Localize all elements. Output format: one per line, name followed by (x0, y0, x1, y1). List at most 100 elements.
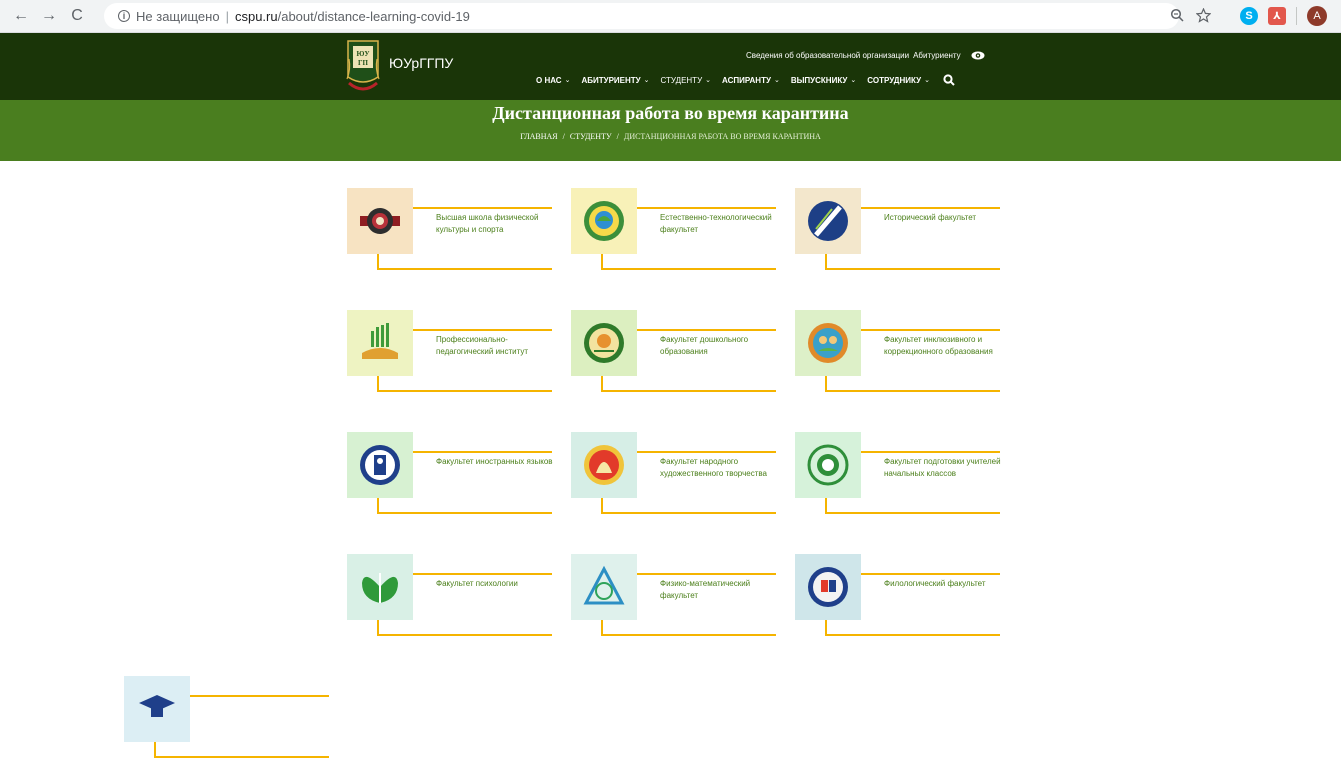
faculty-link[interactable]: Профессионально-педагогический институт (436, 334, 554, 358)
toolbar-divider (1296, 7, 1297, 25)
svg-text:ГП: ГП (358, 59, 368, 67)
faculty-card[interactable]: Факультет подготовки учителей начальных … (795, 432, 1010, 514)
philology-emblem-icon (808, 567, 848, 607)
visually-impaired-eye-icon[interactable] (971, 51, 985, 60)
faculty-card[interactable] (124, 676, 339, 758)
browser-toolbar: ← → C i Не защищено | cspu.ru/about/dist… (0, 0, 1341, 33)
top-link-organization-info[interactable]: Сведения об образовательной организации (746, 51, 909, 60)
nav-item-label: АСПИРАНТУ (722, 75, 771, 85)
card-accent-line (377, 390, 552, 392)
profile-avatar[interactable]: A (1307, 6, 1327, 26)
faculty-thumbnail[interactable] (347, 188, 413, 254)
nav-item-students[interactable]: СТУДЕНТУ ⌄ (661, 76, 712, 85)
card-accent-line (825, 390, 1000, 392)
faculty-thumbnail[interactable] (347, 310, 413, 376)
faculty-link[interactable]: Факультет подготовки учителей начальных … (884, 456, 1002, 480)
faculty-card[interactable]: Факультет психологии (347, 554, 562, 636)
nav-item-label: СОТРУДНИКУ (867, 75, 922, 85)
card-accent-line (413, 573, 552, 575)
faculty-thumbnail[interactable] (571, 554, 637, 620)
inclusive-emblem-icon (808, 323, 848, 363)
faculty-thumbnail[interactable] (795, 310, 861, 376)
info-icon[interactable]: i (118, 10, 130, 22)
faculty-card[interactable]: Филологический факультет (795, 554, 1010, 636)
nav-item-label: АБИТУРИЕНТУ (581, 75, 641, 85)
skype-extension-icon[interactable]: S (1240, 7, 1258, 25)
physics-math-emblem-icon (583, 565, 625, 605)
faculty-thumbnail[interactable] (571, 310, 637, 376)
faculty-thumbnail[interactable] (347, 554, 413, 620)
nav-item-postgraduates[interactable]: АСПИРАНТУ ⌄ (722, 76, 780, 85)
faculty-card[interactable]: Факультет иностранных языков (347, 432, 562, 514)
history-emblem-icon (808, 201, 848, 241)
psychology-emblem-icon (362, 573, 398, 603)
back-arrow-icon[interactable]: ← (8, 3, 34, 29)
faculty-card[interactable]: Факультет инклюзивного и коррекционного … (795, 310, 1010, 392)
url-host: cspu.ru (234, 8, 278, 24)
faculty-thumbnail[interactable] (795, 432, 861, 498)
nav-item-label: СТУДЕНТУ (660, 75, 703, 85)
faculty-link[interactable]: Факультет дошкольного образования (660, 334, 778, 358)
faculty-card[interactable]: Исторический факультет (795, 188, 1010, 270)
address-bar[interactable]: i Не защищено | cspu.ru/about/distance-l… (104, 3, 1179, 29)
breadcrumb: ГЛАВНАЯ / СТУДЕНТУ / ДИСТАНЦИОННАЯ РАБОТА ВО… (0, 132, 1341, 141)
faculty-thumbnail[interactable] (795, 188, 861, 254)
card-accent-line (601, 268, 776, 270)
breadcrumb-separator: / (562, 132, 565, 141)
nav-item-graduates[interactable]: ВЫПУСКНИКУ ⌄ (791, 76, 856, 85)
faculty-link[interactable]: Факультет психологии (436, 578, 554, 590)
search-icon[interactable] (943, 74, 955, 86)
faculty-link[interactable]: Исторический факультет (884, 212, 1002, 224)
nature-emblem-icon (584, 201, 624, 241)
site-header: ЮУ ГП ЮУрГГПУ Сведения об образовательно… (0, 33, 1341, 100)
breadcrumb-students[interactable]: СТУДЕНТУ (570, 132, 612, 141)
faculty-card[interactable]: Физико-математический факультет (571, 554, 786, 636)
faculty-link[interactable]: Филологический факультет (884, 578, 1002, 590)
faculty-thumbnail[interactable] (571, 188, 637, 254)
faculty-card[interactable]: Профессионально-педагогический институт (347, 310, 562, 392)
faculty-card[interactable]: Факультет дошкольного образования (571, 310, 786, 392)
page-title: Дистанционная работа во время карантина (492, 103, 849, 123)
faculty-thumbnail[interactable] (124, 676, 190, 742)
site-name[interactable]: ЮУрГГПУ (389, 55, 453, 71)
nav-item-label: О НАС (536, 75, 562, 85)
chevron-down-icon: ⌄ (773, 77, 780, 84)
university-logo-icon[interactable]: ЮУ ГП (345, 39, 381, 95)
faculty-link[interactable]: Высшая школа физической культуры и спорт… (436, 212, 554, 236)
zoom-icon[interactable] (1170, 8, 1184, 22)
faculty-link[interactable]: Физико-математический факультет (660, 578, 778, 602)
card-accent-line (190, 695, 329, 697)
breadcrumb-home[interactable]: ГЛАВНАЯ (520, 132, 557, 141)
forward-arrow-icon[interactable]: → (36, 3, 62, 29)
breadcrumb-separator: / (616, 132, 619, 141)
pdf-extension-icon[interactable]: ⅄ (1268, 7, 1286, 25)
svg-text:ЮУ: ЮУ (356, 50, 369, 58)
faculty-thumbnail[interactable] (795, 554, 861, 620)
card-accent-line (637, 329, 776, 331)
faculty-card[interactable]: Естественно-технологический факультет (571, 188, 786, 270)
breadcrumb-current: ДИСТАНЦИОННАЯ РАБОТА ВО ВРЕМЯ КАРАНТИНА (623, 132, 821, 141)
reload-icon[interactable]: C (64, 3, 90, 29)
top-link-applicants[interactable]: Абитуриенту (913, 51, 961, 60)
faculty-link[interactable]: Факультет инклюзивного и коррекционного … (884, 334, 1002, 358)
faculty-thumbnail[interactable] (347, 432, 413, 498)
chevron-down-icon: ⌄ (705, 77, 712, 84)
card-accent-line (377, 512, 552, 514)
card-accent-line (861, 573, 1000, 575)
nav-item-staff[interactable]: СОТРУДНИКУ ⌄ (867, 76, 930, 85)
card-accent-line (413, 329, 552, 331)
faculty-link[interactable]: Естественно-технологический факультет (660, 212, 778, 236)
card-accent-line (601, 512, 776, 514)
nav-item-applicants[interactable]: АБИТУРИЕНТУ ⌄ (581, 76, 649, 85)
faculty-link[interactable]: Факультет иностранных языков (436, 456, 554, 468)
faculty-link[interactable]: Факультет народного художественного твор… (660, 456, 778, 480)
bookmark-star-icon[interactable] (1196, 8, 1211, 23)
card-accent-line (637, 207, 776, 209)
card-accent-line (413, 207, 552, 209)
card-accent-line (154, 756, 329, 758)
chevron-down-icon: ⌄ (924, 77, 930, 84)
faculty-card[interactable]: Факультет народного художественного твор… (571, 432, 786, 514)
nav-item-about[interactable]: О НАС ⌄ (536, 76, 570, 85)
faculty-thumbnail[interactable] (571, 432, 637, 498)
faculty-card[interactable]: Высшая школа физической культуры и спорт… (347, 188, 562, 270)
